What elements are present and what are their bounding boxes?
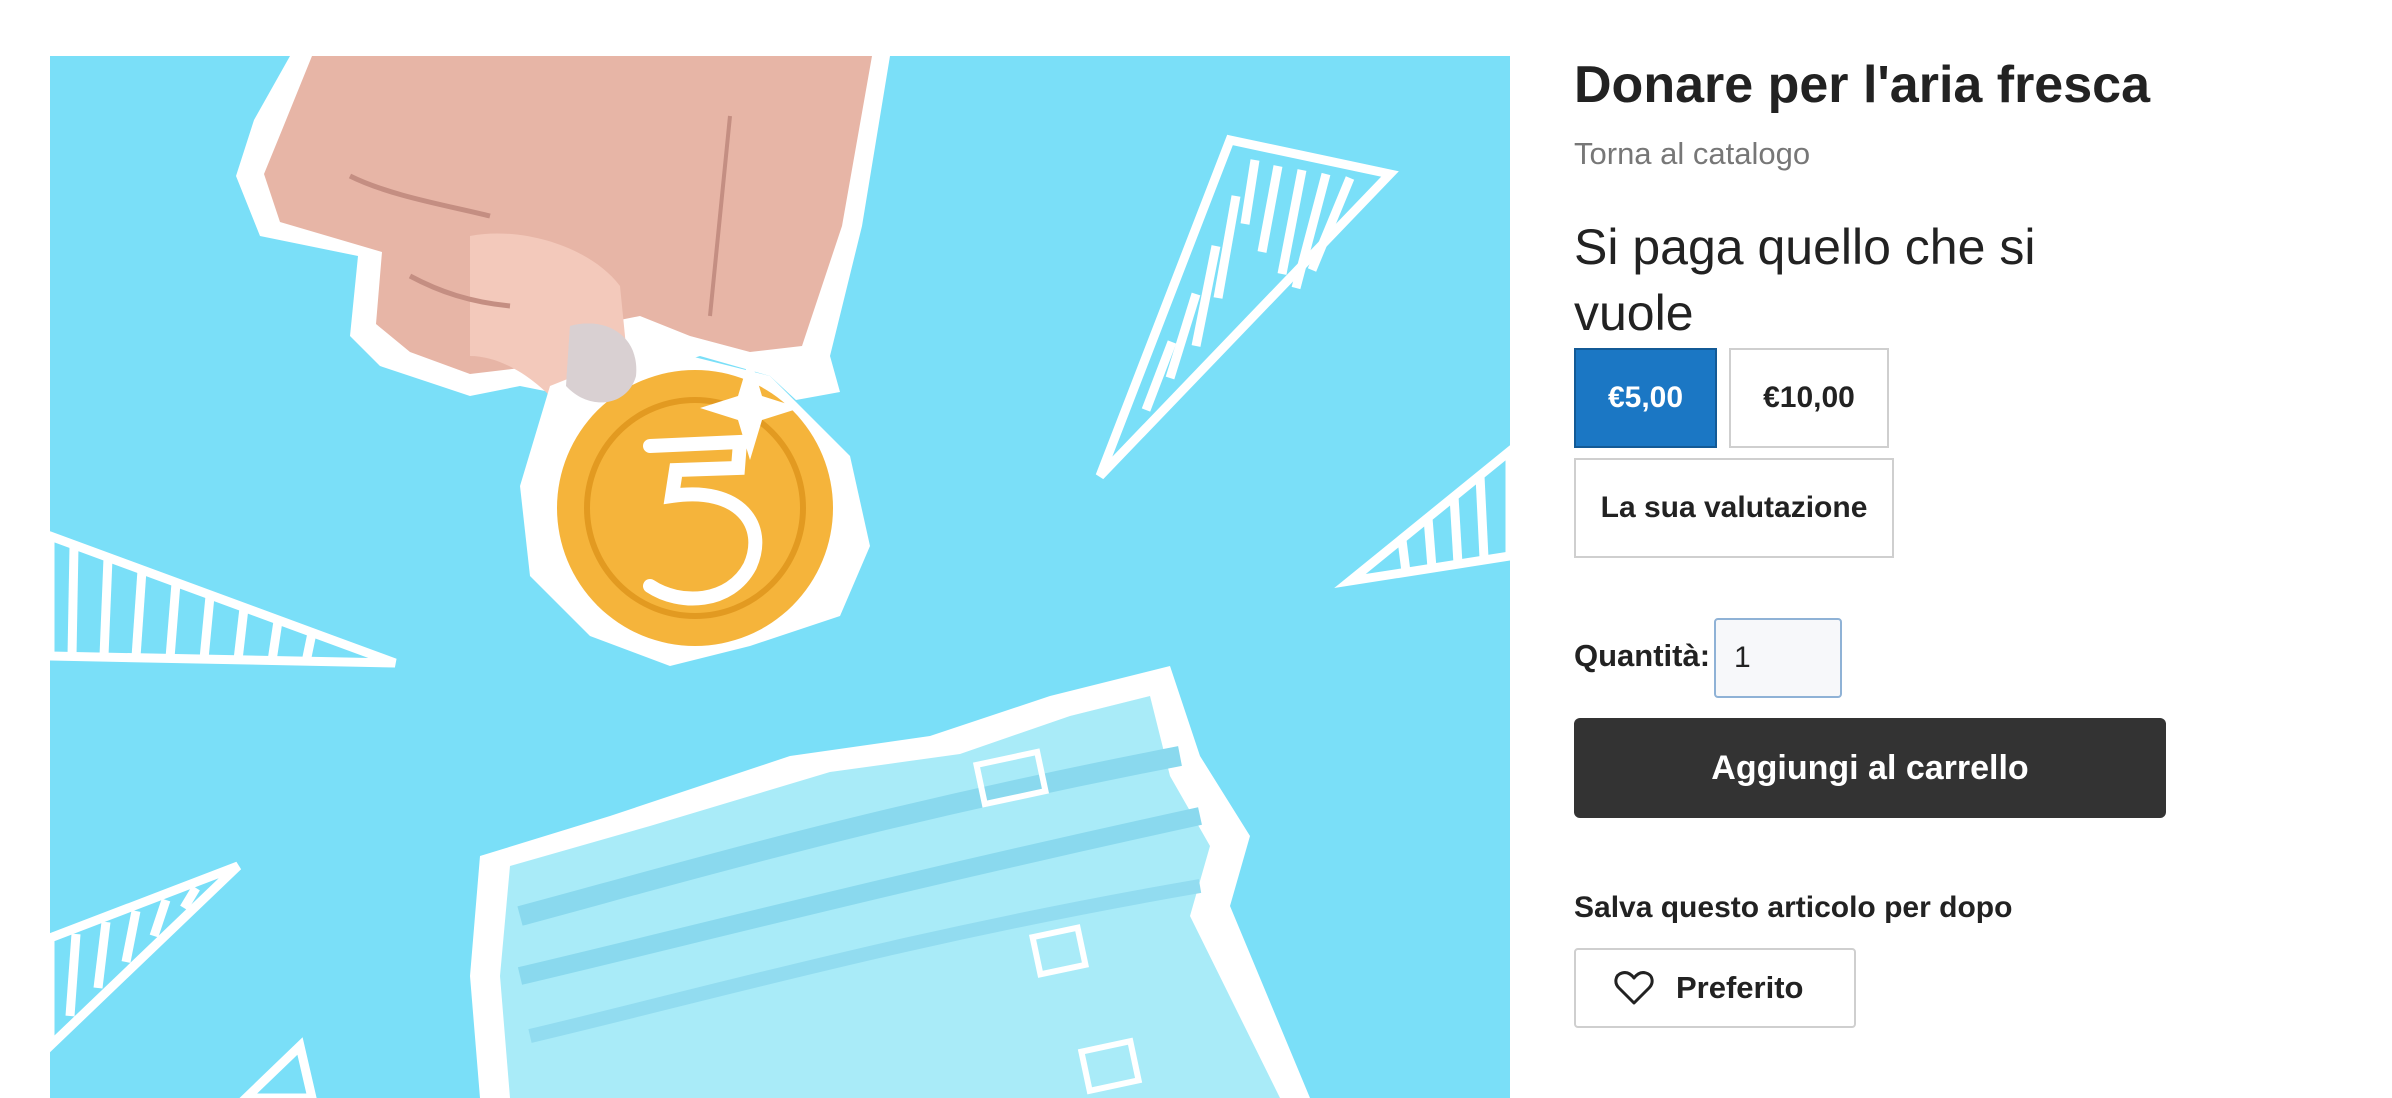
quantity-input[interactable] (1714, 618, 1842, 698)
back-to-catalog-link[interactable]: Torna al catalogo (1574, 134, 1810, 174)
price-option-5[interactable]: €5,00 (1574, 348, 1717, 448)
quantity-label: Quantità: (1574, 638, 1711, 673)
product-page: Donare per l'aria fresca Torna al catalo… (0, 0, 2392, 1098)
heart-icon (1614, 970, 1654, 1006)
pay-what-you-want-heading: Si paga quello che si vuole (1574, 219, 2036, 341)
product-details: Donare per l'aria fresca Torna al catalo… (1574, 0, 2354, 1098)
price-option-10[interactable]: €10,00 (1729, 348, 1889, 448)
product-title: Donare per l'aria fresca (1574, 56, 2150, 114)
save-for-later-label: Salva questo articolo per dopo (1574, 891, 2013, 924)
donation-illustration (50, 56, 1510, 1098)
favorite-label: Preferito (1676, 970, 1804, 1005)
product-image (50, 56, 1510, 1098)
price-option-custom[interactable]: La sua valutazione (1574, 458, 1894, 558)
add-to-cart-button[interactable]: Aggiungi al carrello (1574, 718, 2166, 818)
favorite-button[interactable]: Preferito (1574, 948, 1856, 1028)
